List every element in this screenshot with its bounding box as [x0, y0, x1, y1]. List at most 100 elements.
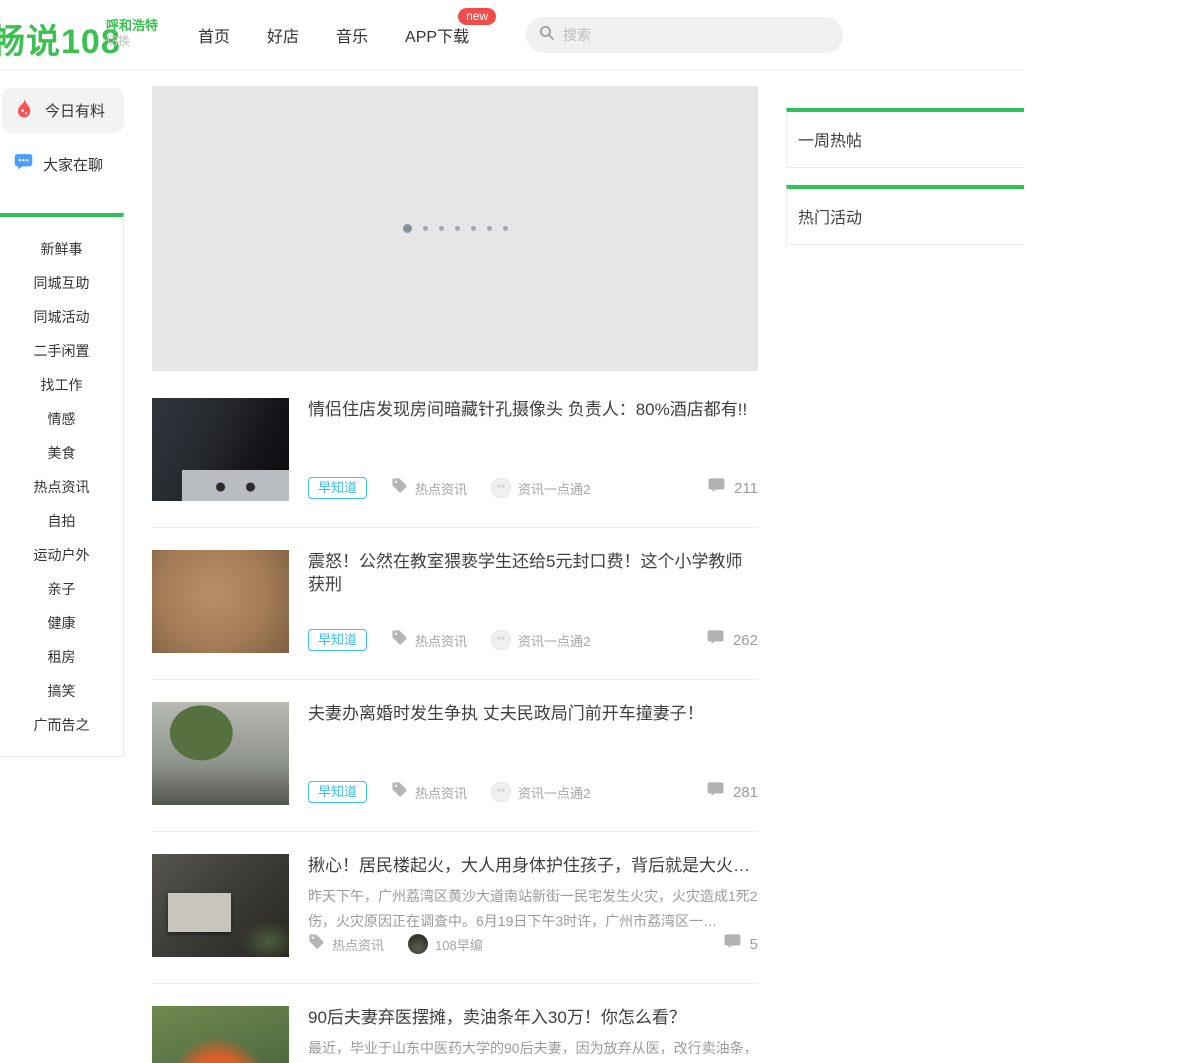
comment-count[interactable]: 211 — [707, 476, 758, 500]
feed-item-category[interactable]: 热点资讯 — [391, 477, 467, 499]
tag-icon — [391, 781, 408, 803]
city-selector: 呼和浩特 切换 — [106, 18, 158, 48]
category-item-romance[interactable]: 情感 — [0, 402, 123, 436]
feed-item-author-label: 资讯一点通2 — [518, 783, 590, 802]
comment-icon — [707, 476, 726, 500]
carousel-dots — [152, 224, 758, 233]
feed-item-author[interactable]: 108早编 — [408, 934, 483, 954]
category-item-secondhand[interactable]: 二手闲置 — [0, 334, 123, 368]
carousel-dot-2[interactable] — [423, 226, 428, 231]
main-nav: 首页 好店 音乐 APP下载 new — [198, 0, 469, 70]
early-know-tag[interactable]: 早知道 — [308, 629, 367, 651]
nav-item-app-download-label: APP下载 — [405, 29, 469, 46]
feed-item-thumbnail[interactable] — [152, 854, 289, 957]
category-item-health[interactable]: 健康 — [0, 606, 123, 640]
feed-item-meta: 早知道 热点资讯 资讯一点通2 — [308, 780, 758, 804]
category-item-food[interactable]: 美食 — [0, 436, 123, 470]
category-item-fresh-news[interactable]: 新鲜事 — [0, 232, 123, 266]
feed-item-body: 夫妻办离婚时发生争执 丈夫民政局门前开车撞妻子！ 早知道 热点资讯 资讯一点通2 — [308, 702, 758, 805]
feed-item: 揪心！居民楼起火，大人用身体护住孩子，背后就是大火… 昨天下午，广州荔湾区黄沙大… — [152, 832, 758, 984]
feed-item-category-label: 热点资讯 — [415, 479, 467, 498]
nav-item-music[interactable]: 音乐 — [336, 23, 368, 47]
carousel-dot-6[interactable] — [487, 226, 492, 231]
category-item-hot-news[interactable]: 热点资讯 — [0, 470, 123, 504]
feed-item-category[interactable]: 热点资讯 — [391, 629, 467, 651]
early-know-tag[interactable]: 早知道 — [308, 477, 367, 499]
early-know-tag[interactable]: 早知道 — [308, 781, 367, 803]
category-item-city-events[interactable]: 同城活动 — [0, 300, 123, 334]
new-badge: new — [458, 8, 496, 25]
nav-item-shops[interactable]: 好店 — [267, 23, 299, 47]
feed-item-body: 90后夫妻弃医摆摊，卖油条年入30万！你怎么看？ 最近，毕业于山东中医药大学的9… — [308, 1006, 758, 1063]
category-item-sports-outdoor[interactable]: 运动户外 — [0, 538, 123, 572]
carousel-dot-5[interactable] — [471, 226, 476, 231]
feed-item-author-label: 资讯一点通2 — [518, 631, 590, 650]
feed-item-title[interactable]: 揪心！居民楼起火，大人用身体护住孩子，背后就是大火… — [308, 854, 758, 877]
feed-item-summary: 最近，毕业于山东中医药大学的90后夫妻，因为放弃从医，改行卖油条，年赚30万，在… — [308, 1036, 758, 1063]
main-content: 情侣住店发现房间暗藏针孔摄像头 负责人：80%酒店都有!! 早知道 热点资讯 资… — [152, 86, 758, 1063]
city-name: 呼和浩特 — [106, 18, 158, 34]
feed-item-body: 震怒！公然在教室猥亵学生还给5元封口费！这个小学教师获刑 早知道 热点资讯 资讯… — [308, 550, 758, 653]
carousel-dot-4[interactable] — [455, 226, 460, 231]
feed-item-author[interactable]: 资讯一点通2 — [491, 630, 590, 650]
category-item-selfie[interactable]: 自拍 — [0, 504, 123, 538]
sidebar-item-everyone-chatting-label: 大家在聊 — [43, 154, 103, 175]
feed-item-title[interactable]: 震怒！公然在教室猥亵学生还给5元封口费！这个小学教师获刑 — [308, 550, 758, 596]
feed-item-title[interactable]: 情侣住店发现房间暗藏针孔摄像头 负责人：80%酒店都有!! — [308, 398, 758, 421]
feed-item-thumbnail[interactable] — [152, 1006, 289, 1063]
category-item-ads[interactable]: 广而告之 — [0, 708, 123, 742]
nav-item-app-download[interactable]: APP下载 new — [405, 23, 469, 47]
banner-carousel[interactable] — [152, 86, 758, 371]
feed-item-category-label: 热点资讯 — [415, 783, 467, 802]
feed-item-author-label: 108早编 — [435, 935, 483, 954]
feed-item-thumbnail[interactable] — [152, 550, 289, 653]
news-feed: 情侣住店发现房间暗藏针孔摄像头 负责人：80%酒店都有!! 早知道 热点资讯 资… — [152, 376, 758, 1063]
feed-item: 震怒！公然在教室猥亵学生还给5元封口费！这个小学教师获刑 早知道 热点资讯 资讯… — [152, 528, 758, 680]
feed-item-author[interactable]: 资讯一点通2 — [491, 782, 590, 802]
feed-item-meta: 早知道 热点资讯 资讯一点通2 — [308, 628, 758, 652]
category-item-funny[interactable]: 搞笑 — [0, 674, 123, 708]
feed-item-thumbnail[interactable] — [152, 398, 289, 501]
search-box[interactable] — [526, 17, 843, 53]
feed-item-category-label: 热点资讯 — [415, 631, 467, 650]
tag-icon — [391, 477, 408, 499]
avatar — [491, 478, 511, 498]
tag-icon — [308, 933, 325, 955]
feed-item-body: 情侣住店发现房间暗藏针孔摄像头 负责人：80%酒店都有!! 早知道 热点资讯 资… — [308, 398, 758, 501]
feed-item-title[interactable]: 90后夫妻弃医摆摊，卖油条年入30万！你怎么看？ — [308, 1006, 758, 1029]
feed-item-category[interactable]: 热点资讯 — [308, 933, 384, 955]
comment-count[interactable]: 262 — [706, 628, 758, 652]
header: 畅说108 呼和浩特 切换 首页 好店 音乐 APP下载 new — [0, 0, 1024, 70]
site-logo[interactable]: 畅说108 — [0, 14, 121, 63]
feed-item: 夫妻办离婚时发生争执 丈夫民政局门前开车撞妻子！ 早知道 热点资讯 资讯一点通2 — [152, 680, 758, 832]
category-item-rental[interactable]: 租房 — [0, 640, 123, 674]
comment-count-label: 281 — [733, 784, 758, 801]
feed-item-author-label: 资讯一点通2 — [518, 479, 590, 498]
feed-item-body: 揪心！居民楼起火，大人用身体护住孩子，背后就是大火… 昨天下午，广州荔湾区黄沙大… — [308, 854, 758, 957]
search-input[interactable] — [563, 27, 823, 43]
comment-count[interactable]: 281 — [706, 780, 758, 804]
sidebar-item-everyone-chatting[interactable]: 大家在聊 — [2, 150, 124, 178]
chat-icon — [13, 151, 34, 177]
carousel-dot-7[interactable] — [503, 226, 508, 231]
avatar — [491, 630, 511, 650]
sidebar-item-today-hot[interactable]: 今日有料 — [2, 88, 124, 133]
feed-item: 情侣住店发现房间暗藏针孔摄像头 负责人：80%酒店都有!! 早知道 热点资讯 资… — [152, 376, 758, 528]
category-item-city-help[interactable]: 同城互助 — [0, 266, 123, 300]
city-switch-link[interactable]: 切换 — [106, 34, 158, 48]
comment-count[interactable]: 5 — [723, 932, 758, 956]
weekly-hot-posts-title: 一周热帖 — [798, 127, 1024, 151]
right-sidebar: 一周热帖 热门活动 — [786, 108, 1024, 245]
category-item-parenting[interactable]: 亲子 — [0, 572, 123, 606]
category-item-jobs[interactable]: 找工作 — [0, 368, 123, 402]
carousel-dot-1[interactable] — [403, 224, 412, 233]
carousel-dot-3[interactable] — [439, 226, 444, 231]
feed-item-category[interactable]: 热点资讯 — [391, 781, 467, 803]
feed-item-author[interactable]: 资讯一点通2 — [491, 478, 590, 498]
search-icon — [538, 24, 555, 46]
comment-count-label: 5 — [750, 936, 758, 953]
feed-item-thumbnail[interactable] — [152, 702, 289, 805]
nav-item-home[interactable]: 首页 — [198, 23, 230, 47]
feed-item: 90后夫妻弃医摆摊，卖油条年入30万！你怎么看？ 最近，毕业于山东中医药大学的9… — [152, 984, 758, 1063]
feed-item-title[interactable]: 夫妻办离婚时发生争执 丈夫民政局门前开车撞妻子！ — [308, 702, 758, 725]
